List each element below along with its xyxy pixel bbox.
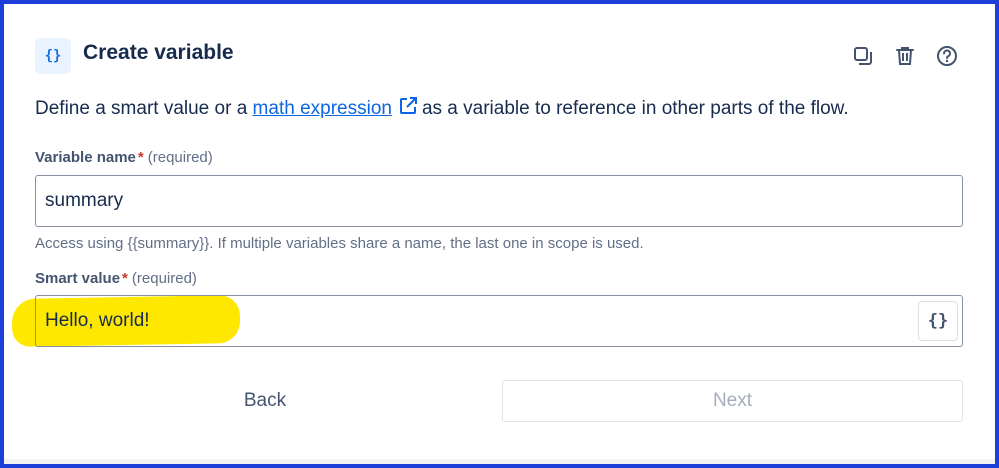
external-link-icon[interactable] [398, 96, 418, 122]
required-text: (required) [147, 149, 213, 166]
variable-name-input[interactable] [45, 176, 905, 226]
help-icon[interactable] [931, 40, 963, 72]
variable-name-label-text: Variable name [35, 149, 136, 166]
duplicate-icon[interactable] [847, 40, 879, 72]
header-actions [847, 40, 963, 72]
smart-value-label: Smart value * (required) [35, 270, 197, 287]
next-button[interactable]: Next [502, 380, 963, 422]
math-expression-link[interactable]: math expression [253, 98, 392, 119]
panel-title: Create variable [83, 41, 234, 64]
smart-value-field[interactable]: {} [35, 295, 963, 347]
braces-icon: {} [35, 38, 71, 74]
required-text: (required) [131, 270, 197, 287]
smart-value-label-text: Smart value [35, 270, 121, 287]
back-button[interactable]: Back [35, 380, 495, 422]
required-star: * [122, 270, 128, 287]
variable-name-helper: Access using {{summary}}. If multiple va… [35, 235, 644, 252]
trash-icon[interactable] [889, 40, 921, 72]
description-after: as a variable to reference in other part… [421, 98, 849, 119]
description-before: Define a smart value or a [35, 98, 253, 119]
variable-name-field[interactable] [35, 175, 963, 227]
variable-name-label: Variable name * (required) [35, 149, 213, 166]
bottom-divider [4, 459, 995, 464]
panel-header: {} Create variable [35, 38, 963, 74]
insert-smart-value-button[interactable]: {} [918, 301, 958, 341]
smart-value-input[interactable] [45, 296, 905, 346]
required-star: * [137, 149, 144, 166]
description-text: Define a smart value or a math expressio… [35, 96, 849, 122]
